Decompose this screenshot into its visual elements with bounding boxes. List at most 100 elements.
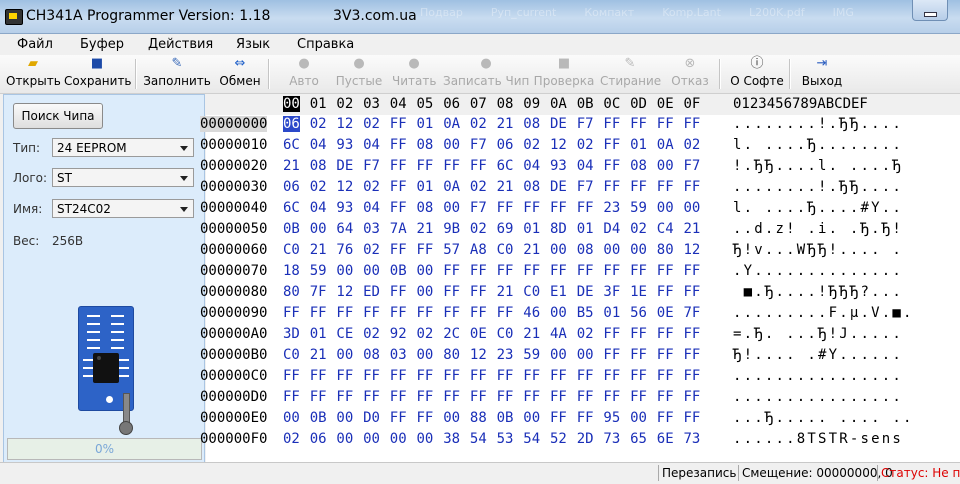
hex-byte[interactable]: FF [443, 263, 460, 279]
hex-byte[interactable]: 01 [417, 179, 434, 195]
menu-actions[interactable]: Действия [148, 37, 213, 52]
hex-byte[interactable]: FF [550, 389, 567, 405]
hex-byte[interactable]: 02 [283, 431, 300, 447]
hex-byte[interactable]: 02 [577, 326, 594, 342]
hex-byte[interactable]: 76 [336, 242, 353, 258]
hex-byte[interactable]: FF [603, 368, 620, 384]
hex-byte[interactable]: 03 [363, 221, 380, 237]
hex-byte[interactable]: 06 [497, 137, 514, 153]
hex-byte[interactable]: FF [684, 284, 701, 300]
hex-byte[interactable]: 08 [630, 158, 647, 174]
hex-byte[interactable]: FF [390, 305, 407, 321]
hex-byte[interactable]: 6E [657, 431, 674, 447]
hex-row-ascii[interactable]: Ђ!.... .#Y...... [733, 347, 903, 363]
hex-byte[interactable]: FF [684, 263, 701, 279]
hex-byte[interactable]: 02 [470, 116, 487, 132]
hex-byte[interactable]: 00 [630, 410, 647, 426]
hex-byte[interactable]: FF [390, 284, 407, 300]
hex-byte[interactable]: 04 [310, 137, 327, 153]
hex-byte[interactable]: FF [336, 368, 353, 384]
hex-row-ascii[interactable]: l. ....Ђ........ [733, 137, 903, 153]
hex-byte[interactable]: 03 [390, 347, 407, 363]
hex-byte[interactable]: FF [603, 116, 620, 132]
hex-byte[interactable]: 64 [336, 221, 353, 237]
hex-byte[interactable]: 00 [417, 431, 434, 447]
hex-byte[interactable]: FF [630, 263, 647, 279]
hex-byte[interactable]: FF [603, 326, 620, 342]
hex-byte[interactable]: 00 [417, 263, 434, 279]
hex-byte[interactable]: FF [630, 347, 647, 363]
hex-byte[interactable]: FF [657, 284, 674, 300]
hex-byte[interactable]: FF [523, 389, 540, 405]
hex-byte[interactable]: 18 [283, 263, 300, 279]
save-button[interactable]: ■ Сохранить [64, 55, 132, 93]
hex-byte[interactable]: 59 [630, 200, 647, 216]
hex-byte[interactable]: 02 [310, 116, 327, 132]
hex-byte[interactable]: FF [470, 158, 487, 174]
hex-byte[interactable]: F7 [470, 200, 487, 216]
hex-byte[interactable]: 8D [550, 221, 567, 237]
hex-byte[interactable]: 08 [577, 242, 594, 258]
hex-byte[interactable]: FF [577, 200, 594, 216]
hex-byte[interactable]: FF [657, 410, 674, 426]
hex-byte[interactable]: FF [603, 179, 620, 195]
hex-byte[interactable]: FF [443, 389, 460, 405]
hex-byte[interactable]: 0A [443, 116, 460, 132]
hex-byte[interactable]: 57 [443, 242, 460, 258]
hex-byte[interactable]: C0 [497, 326, 514, 342]
hex-byte[interactable]: 04 [310, 200, 327, 216]
about-button[interactable]: ⓘ О Софте [729, 55, 785, 93]
hex-byte[interactable]: 21 [497, 179, 514, 195]
hex-byte[interactable]: 06 [310, 431, 327, 447]
hex-byte[interactable]: F7 [363, 158, 380, 174]
hex-byte[interactable]: C0 [283, 347, 300, 363]
hex-byte[interactable]: 00 [550, 305, 567, 321]
hex-byte[interactable]: FF [417, 368, 434, 384]
hex-byte[interactable]: 08 [310, 158, 327, 174]
hex-byte[interactable]: 80 [283, 284, 300, 300]
hex-byte[interactable]: FF [390, 389, 407, 405]
hex-byte[interactable]: FF [684, 368, 701, 384]
hex-byte[interactable]: 0E [470, 326, 487, 342]
hex-byte[interactable]: FF [577, 263, 594, 279]
hex-byte[interactable]: 2D [577, 431, 594, 447]
hex-byte[interactable]: 1E [630, 284, 647, 300]
open-button[interactable]: ▰ Открыть [6, 55, 61, 93]
hex-byte[interactable]: 04 [523, 158, 540, 174]
hex-byte[interactable]: C0 [523, 284, 540, 300]
hex-byte[interactable]: 12 [684, 242, 701, 258]
hex-byte[interactable]: 00 [336, 431, 353, 447]
hex-byte[interactable]: 02 [523, 137, 540, 153]
hex-byte[interactable]: 00 [283, 410, 300, 426]
hex-byte[interactable]: FF [657, 326, 674, 342]
hex-byte[interactable]: FF [684, 326, 701, 342]
hex-byte[interactable]: 80 [657, 242, 674, 258]
hex-byte[interactable]: FF [390, 368, 407, 384]
hex-byte[interactable]: D0 [363, 410, 380, 426]
hex-byte[interactable]: 21 [523, 242, 540, 258]
hex-byte[interactable]: 04 [363, 137, 380, 153]
hex-byte[interactable]: FF [336, 389, 353, 405]
hex-byte[interactable]: 59 [523, 347, 540, 363]
verify-button[interactable]: ■ Проверка [533, 55, 595, 93]
hex-byte[interactable]: FF [603, 137, 620, 153]
hex-byte[interactable]: FF [390, 410, 407, 426]
hex-byte[interactable]: 7F [684, 305, 701, 321]
hex-byte[interactable]: FF [417, 305, 434, 321]
hex-byte[interactable]: 21 [497, 284, 514, 300]
hex-editor[interactable]: 00 01 02 03 04 05 06 07 08 09 0A 0B 0C 0D 0E 0F 01234567… [200, 94, 960, 462]
hex-byte[interactable]: FF [336, 305, 353, 321]
swap-button[interactable]: ⇔ Обмен [218, 55, 262, 93]
hex-byte[interactable]: FF [310, 305, 327, 321]
hex-byte[interactable]: 88 [470, 410, 487, 426]
hex-byte[interactable]: FF [363, 368, 380, 384]
read-button[interactable]: ● Читать [392, 55, 436, 93]
hex-byte[interactable]: 00 [390, 431, 407, 447]
hex-byte[interactable]: 69 [497, 221, 514, 237]
hex-row-ascii[interactable]: =.Ђ. ...Ђ!J..... [733, 326, 903, 342]
hex-byte[interactable]: FF [523, 368, 540, 384]
hex-byte[interactable]: FF [684, 389, 701, 405]
hex-byte[interactable]: 21 [497, 116, 514, 132]
type-select[interactable]: 24 EEPROM [52, 138, 194, 157]
hex-byte[interactable]: 00 [657, 158, 674, 174]
